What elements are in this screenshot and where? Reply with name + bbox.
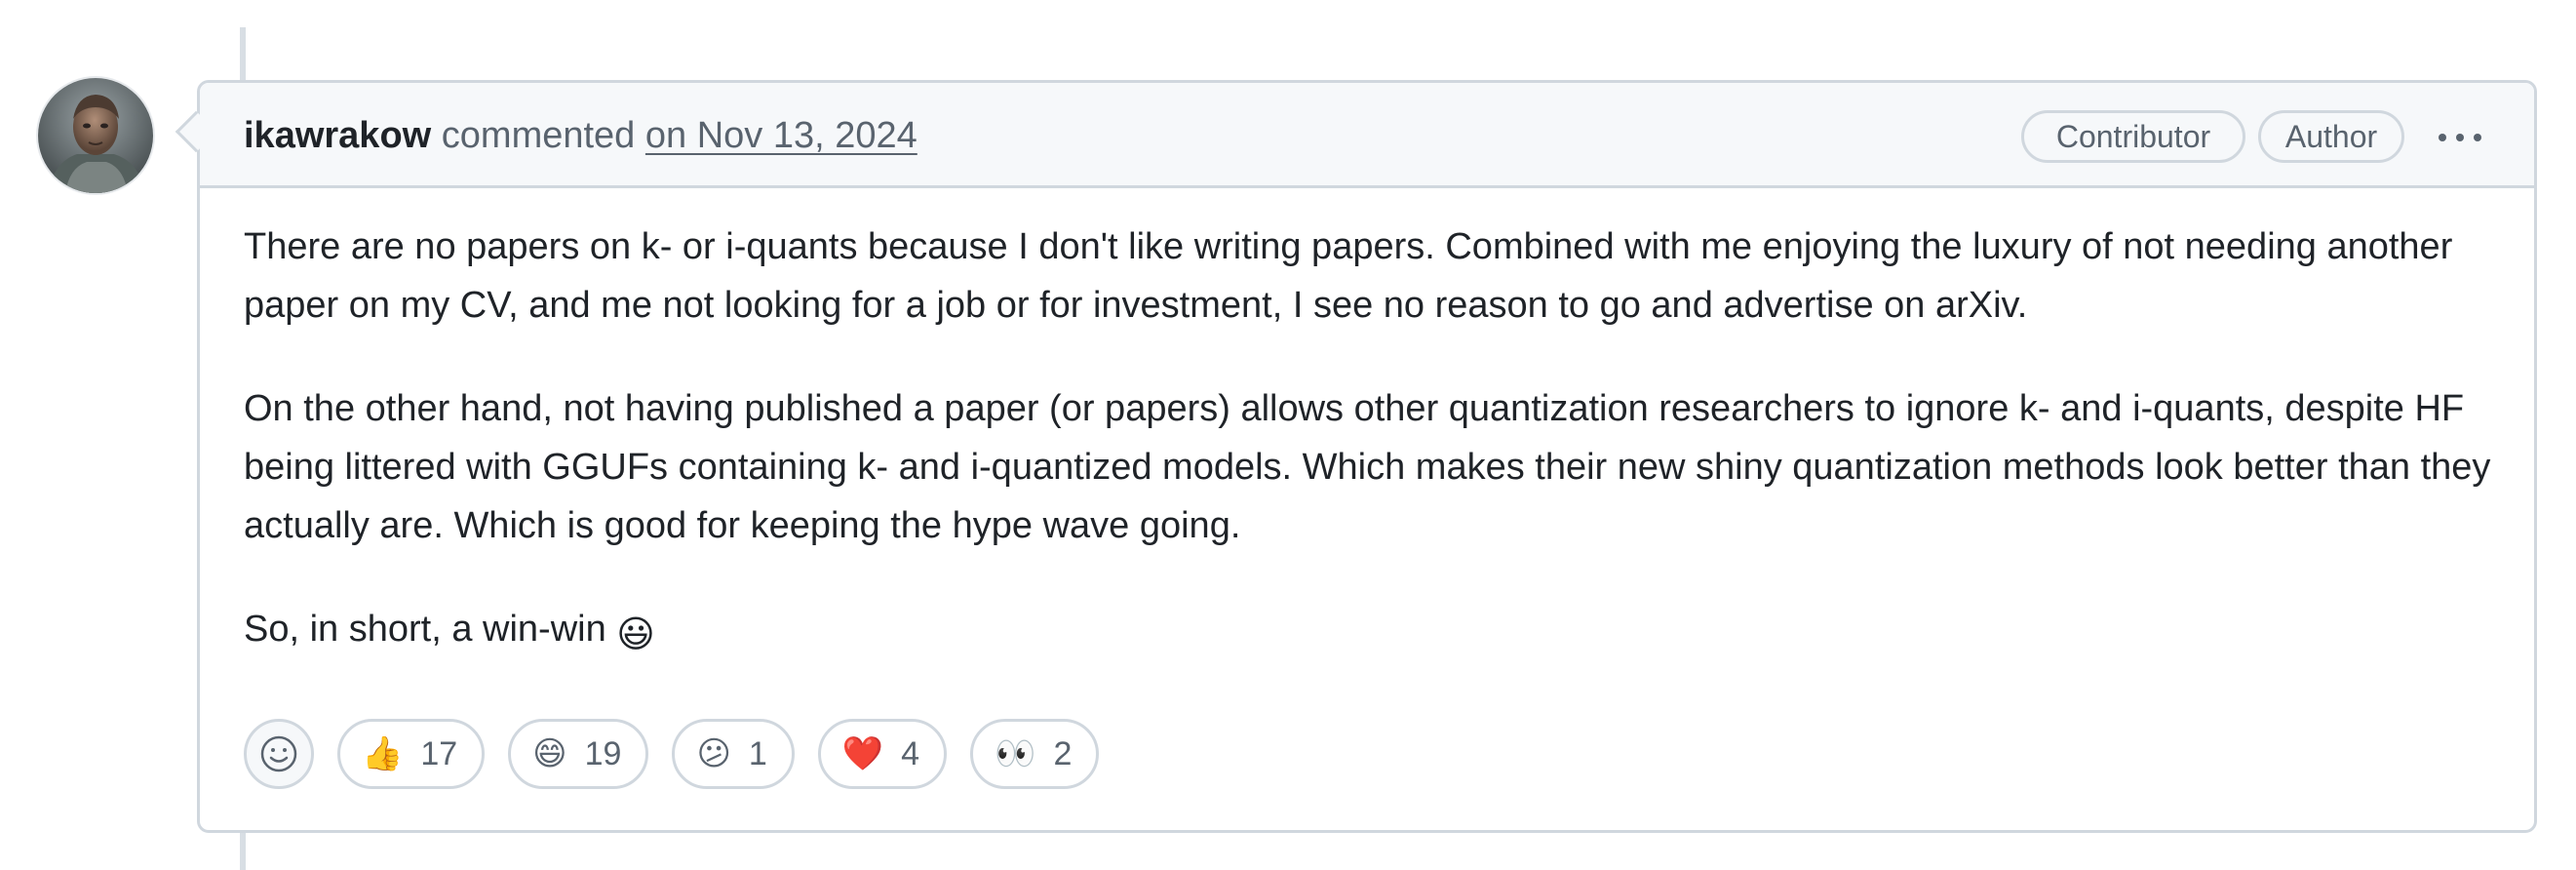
author-name[interactable]: ikawrakow [244,115,431,156]
comment-timestamp[interactable]: on Nov 13, 2024 [645,115,917,156]
comment-body: There are no papers on k- or i-quants be… [244,218,2496,709]
comment-paragraph-closing: So, in short, a win-win 😃 [244,600,2496,664]
author-label: Author [2258,110,2404,163]
add-reaction-button[interactable] [244,719,314,789]
reaction-count: 4 [901,734,920,772]
reaction-laugh[interactable]: 😄 19 [508,719,649,789]
reaction-heart[interactable]: ❤️ 4 [817,719,948,789]
comment-header-text: ikawrakow commented on Nov 13, 2024 [244,114,917,157]
avatar[interactable] [38,78,153,193]
confused-icon: 😕 [696,734,731,773]
reaction-thumbs-up[interactable]: 👍 17 [337,719,486,789]
reaction-eyes[interactable]: 👀 2 [970,719,1100,789]
contributor-label: Contributor [2021,110,2245,163]
reaction-count: 1 [748,734,767,772]
laugh-icon: 😄 [532,734,567,773]
comment-paragraph: On the other hand, not having published … [244,388,2491,546]
comment-paragraph: There are no papers on k- or i-quants be… [244,226,2453,326]
reactions-bar: 👍 17 😄 19 😕 1 ❤️ 4 👀 2 [244,719,1100,789]
reaction-count: 2 [1053,734,1073,772]
comment-card: ikawrakow commented on Nov 13, 2024 Cont… [197,80,2537,833]
smiley-emoji: 😃 [616,614,655,655]
smiley-icon [260,735,297,772]
eyes-icon: 👀 [995,734,1036,773]
reaction-count: 19 [584,734,622,772]
comment-paragraph-text: So, in short, a win-win [244,609,606,650]
user-avatar-icon [38,78,153,193]
comment-action: commented [441,115,636,156]
reaction-confused[interactable]: 😕 1 [672,719,795,789]
thumbs-up-icon: 👍 [362,734,404,773]
heart-icon: ❤️ [841,734,884,773]
comment-header: ikawrakow commented on Nov 13, 2024 Cont… [200,83,2534,188]
more-options-icon[interactable] [2433,116,2487,157]
reaction-count: 17 [420,734,458,772]
